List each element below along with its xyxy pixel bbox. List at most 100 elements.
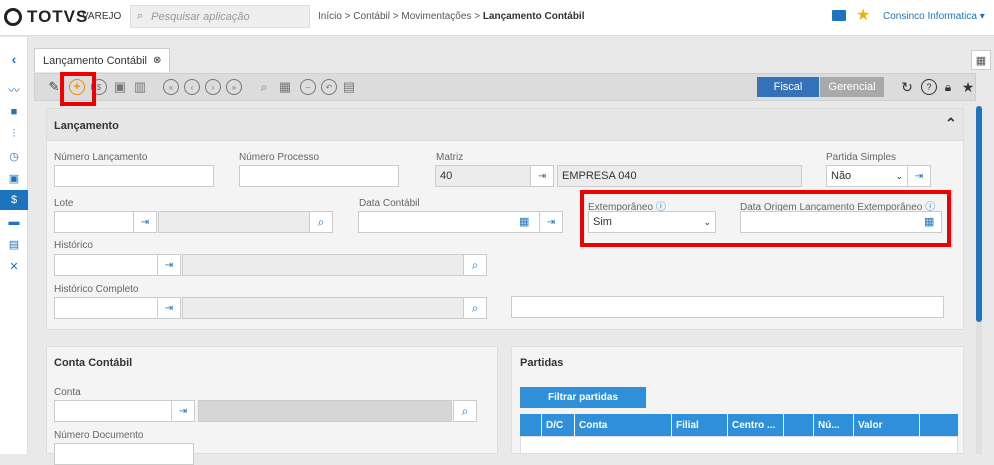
conta-search-icon[interactable]: ⌕ [453,400,477,422]
gerencial-toggle[interactable]: Gerencial [820,77,884,97]
chevron-down-icon: ⌄ [895,170,903,181]
toolbar: ✎ + $ ▣ ▥ « ‹ › » ⌕ ▦ − ↶ ▤ Fiscal Geren… [34,73,976,101]
refresh-icon[interactable]: ↻ [900,79,914,95]
numero-documento-input[interactable] [54,443,194,465]
search-input[interactable]: Pesquisar aplicação [151,11,249,23]
historico-completo-desc-input [182,297,464,319]
folder-nav-icon[interactable]: ▬ [0,212,28,232]
matriz-pin-icon[interactable]: ⇥ [530,165,554,187]
company-selector[interactable]: Consinco Informatica ▾ [883,11,985,22]
column-select[interactable] [520,414,542,436]
collapse-chevron-icon[interactable]: ⌃ [945,115,957,132]
numero-lancamento-label: Número Lançamento [54,152,148,163]
save-icon[interactable]: ▣ [113,79,127,95]
historico-completo-input[interactable] [54,297,158,319]
lote-search-icon[interactable]: ⌕ [309,211,333,233]
app-search[interactable]: ⌕ Pesquisar aplicação [130,5,310,28]
matriz-code-input[interactable]: 40 [435,165,531,187]
help-icon[interactable]: ? [921,79,937,95]
search-icon: ⌕ [137,10,144,22]
totvs-logo-icon [4,8,22,26]
brand-sub: VAREJO [82,11,122,22]
partidas-title: Partidas [520,357,564,369]
first-icon[interactable]: « [163,79,179,95]
historico-search-icon[interactable]: ⌕ [463,254,487,276]
tab-lancamento-contabil[interactable]: Lançamento Contábil ⊗ [34,48,171,72]
star-icon[interactable]: ★ [856,5,870,25]
historico-label: Histórico [54,240,93,251]
tab-bar: Lançamento Contábil ⊗ ▦ [34,44,994,72]
search-toolbar-icon[interactable]: ⌕ [257,79,271,95]
folder-icon[interactable] [832,10,846,21]
chart-icon[interactable]: 〰 [0,80,28,100]
tools-icon[interactable]: ✕ [0,256,28,276]
historico-input[interactable] [54,254,158,276]
chevron-down-icon: ▾ [979,11,985,22]
lock-icon[interactable]: 🔒︎ [941,79,955,95]
filtrar-partidas-button[interactable]: Filtrar partidas [520,387,646,408]
column-empty[interactable] [784,414,814,436]
column-dc[interactable]: D/C [542,414,575,436]
highlight-extemporaneo [580,190,951,247]
trash-icon[interactable]: ▥ [133,79,147,95]
document-icon[interactable]: ▤ [0,234,28,254]
data-contabil-pin-icon[interactable]: ⇥ [539,211,563,233]
column-filial[interactable]: Filial [672,414,728,436]
last-icon[interactable]: » [226,79,242,95]
column-valor[interactable]: Valor [854,414,920,436]
conta-input[interactable] [54,400,172,422]
historico-completo-label: Histórico Completo [54,284,139,295]
favorite-star-icon[interactable]: ★ [961,79,975,95]
column-centro[interactable]: Centro ... [728,414,784,436]
tab-label: Lançamento Contábil [43,54,147,67]
minus-icon[interactable]: − [300,79,316,95]
matriz-label: Matriz [436,152,464,163]
next-icon[interactable]: › [205,79,221,95]
export-icon[interactable]: ▦ [971,50,991,70]
lancamento-header [47,109,963,141]
collapse-icon[interactable]: ‹ [0,49,28,69]
partida-simples-select[interactable]: Não ⌄ [826,165,908,187]
scrollbar-track[interactable] [976,106,982,454]
fiscal-toggle[interactable]: Fiscal [757,77,819,97]
prev-icon[interactable]: ‹ [184,79,200,95]
dollar-icon[interactable]: $ [0,190,28,210]
data-contabil-input[interactable] [358,211,540,233]
breadcrumb-path[interactable]: Início > Contábil > Movimentações > [318,11,483,22]
partida-simples-pin-icon[interactable]: ⇥ [907,165,931,187]
lote-desc-input [158,211,310,233]
partida-simples-value: Não [831,170,852,182]
breadcrumb-current: Lançamento Contábil [482,11,585,22]
historico-completo-text[interactable] [511,296,944,318]
scrollbar-thumb[interactable] [976,106,982,322]
conta-desc-input [198,400,452,422]
sliders-icon[interactable]: ⫶ [0,124,28,144]
historico-pin-icon[interactable]: ⇥ [157,254,181,276]
partidas-panel: Partidas Filtrar partidas D/C Conta Fili… [511,346,964,454]
numero-lancamento-input[interactable] [54,165,214,187]
clock-icon[interactable]: ◷ [0,146,28,166]
numero-processo-input[interactable] [239,165,399,187]
lote-input[interactable] [54,211,134,233]
lote-label: Lote [54,198,74,209]
company-name: Consinco Informatica [883,11,977,22]
grid-icon[interactable]: ▦ [278,79,292,95]
conta-contabil-title: Conta Contábil [54,357,133,369]
lote-pin-icon[interactable]: ⇥ [133,211,157,233]
close-icon[interactable]: ⊗ [153,55,161,66]
report-icon[interactable]: ▤ [342,79,356,95]
wand-icon[interactable]: ✎ [47,79,61,95]
column-numero[interactable]: Nú... [814,414,854,436]
historico-completo-search-icon[interactable]: ⌕ [463,297,487,319]
conta-label: Conta [54,387,81,398]
monitor-icon[interactable]: ▣ [0,168,28,188]
highlight-add [60,72,96,106]
historico-completo-pin-icon[interactable]: ⇥ [157,297,181,319]
partida-simples-label: Partida Simples [826,152,897,163]
column-conta[interactable]: Conta [575,414,672,436]
partidas-table-body [520,436,958,454]
undo-icon[interactable]: ↶ [321,79,337,95]
briefcase-icon[interactable]: ■ [0,102,28,122]
calendar-icon[interactable]: ▦ [519,215,529,228]
conta-pin-icon[interactable]: ⇥ [171,400,195,422]
